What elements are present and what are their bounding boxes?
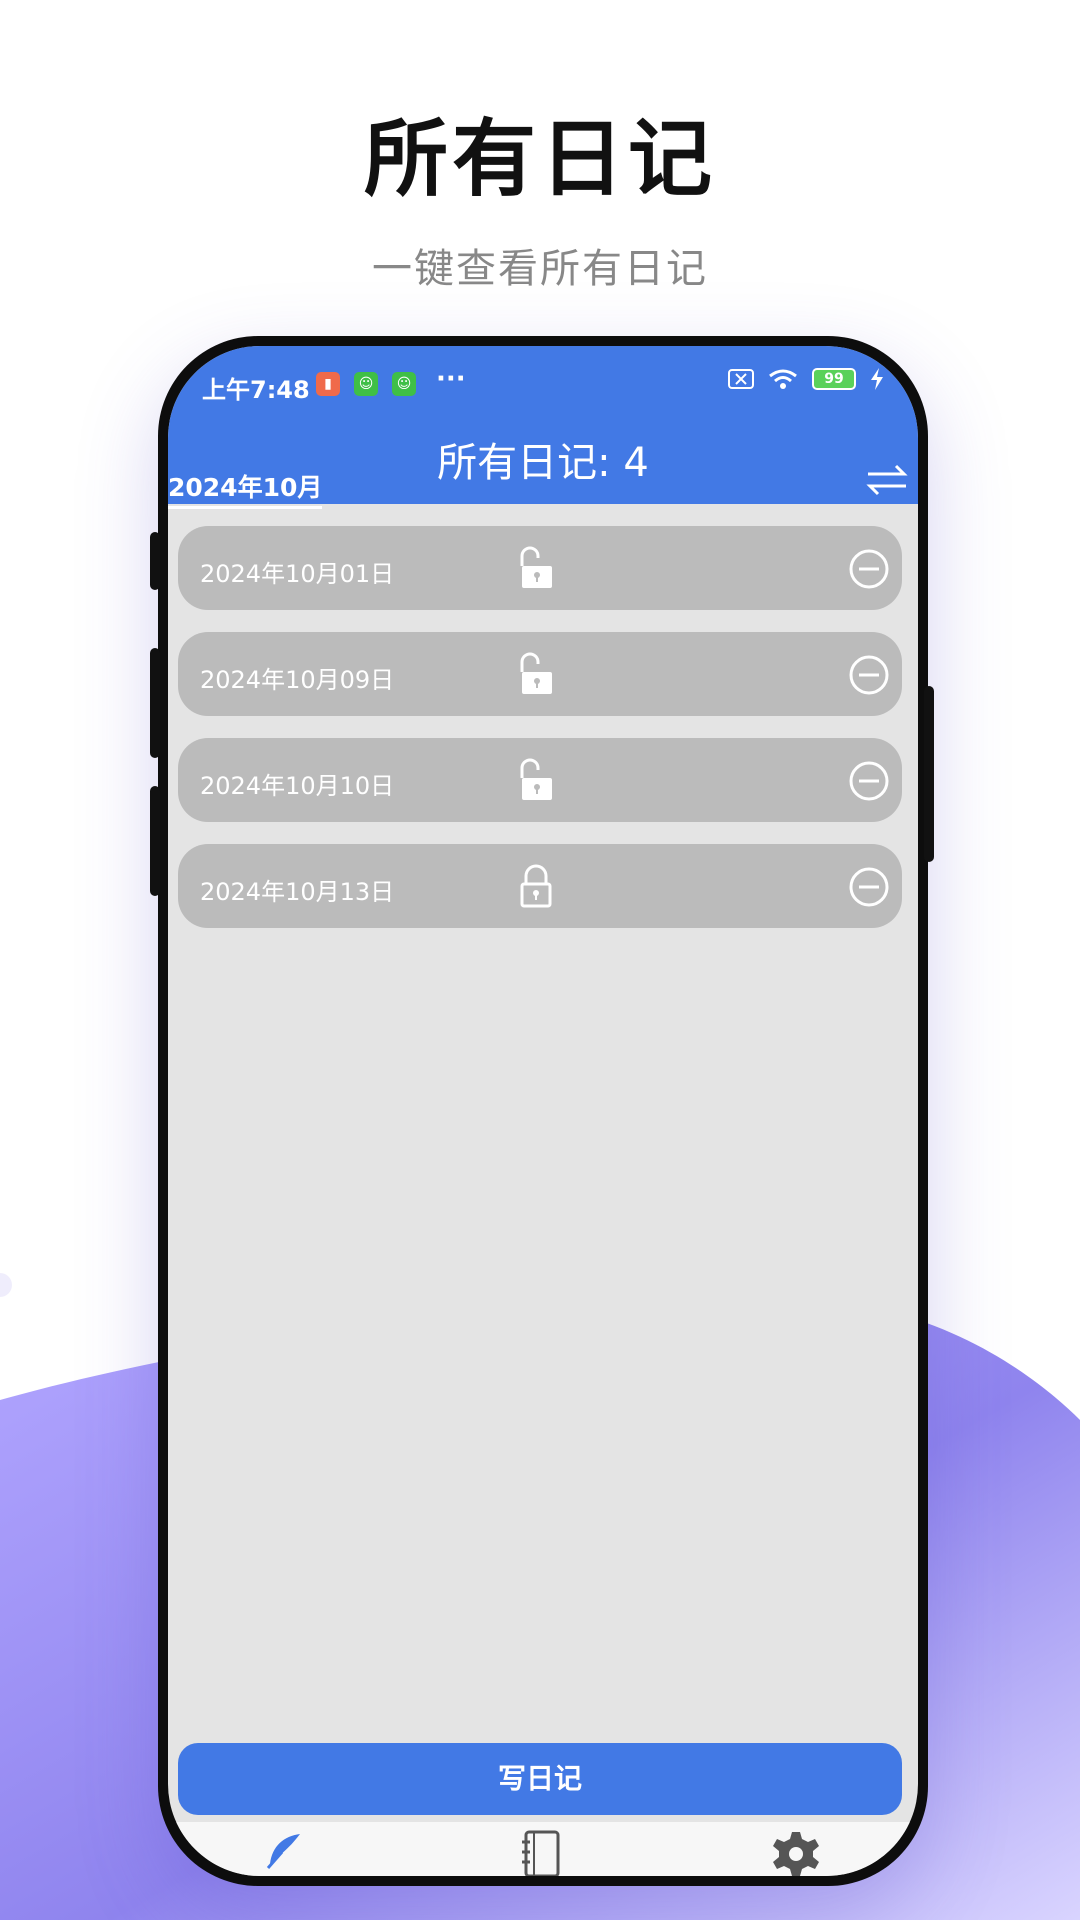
entry-date: 2024年10月10日 <box>200 772 395 800</box>
remove-icon[interactable] <box>848 548 890 590</box>
sim-off-icon <box>728 369 754 389</box>
status-icons: 99 <box>728 368 884 390</box>
status-more-dots: ··· <box>436 364 466 394</box>
list-item[interactable]: 2024年10月09日 <box>178 632 902 716</box>
gear-icon[interactable] <box>772 1830 820 1876</box>
phone-side-button <box>150 532 160 590</box>
remove-icon[interactable] <box>848 866 890 908</box>
month-tab[interactable]: 2024年10月 <box>168 468 323 509</box>
wifi-icon <box>769 369 797 389</box>
phone-screen: 上午7:48 ▮ ☺ ☺ ··· 99 所有日记: 4 2024年10月 202… <box>168 346 918 1876</box>
app-icon: ☺ <box>354 372 378 396</box>
list-item[interactable]: 2024年10月10日 <box>178 738 902 822</box>
remove-icon[interactable] <box>848 654 890 696</box>
diary-list: 2024年10月01日 2024年10月09日 2024年10月10日 2024… <box>178 526 902 950</box>
entry-date: 2024年10月09日 <box>200 666 395 694</box>
feather-icon[interactable] <box>264 1830 304 1870</box>
phone-side-button <box>150 648 160 758</box>
phone-frame: 上午7:48 ▮ ☺ ☺ ··· 99 所有日记: 4 2024年10月 202… <box>150 336 934 1886</box>
unlocked-icon[interactable] <box>516 758 556 802</box>
remove-icon[interactable] <box>848 760 890 802</box>
entry-date: 2024年10月13日 <box>200 878 395 906</box>
write-diary-button[interactable]: 写日记 <box>178 1743 902 1815</box>
locked-icon[interactable] <box>516 864 556 908</box>
app-header: 上午7:48 ▮ ☺ ☺ ··· 99 所有日记: 4 2024年10月 <box>168 346 918 509</box>
status-time: 上午7:48 <box>202 376 310 404</box>
phone-side-button <box>924 686 934 862</box>
battery-icon: 99 <box>812 368 856 390</box>
list-item[interactable]: 2024年10月13日 <box>178 844 902 928</box>
list-item[interactable]: 2024年10月01日 <box>178 526 902 610</box>
phone-side-button <box>150 786 160 896</box>
unlocked-icon[interactable] <box>516 652 556 696</box>
entry-date: 2024年10月01日 <box>200 560 395 588</box>
promo-title: 所有日记 <box>363 110 716 208</box>
unlocked-icon[interactable] <box>516 546 556 590</box>
app-icon: ☺ <box>392 372 416 396</box>
notebook-icon[interactable] <box>520 1830 564 1876</box>
trash-icon: ▮ <box>316 372 340 396</box>
charging-icon <box>871 368 883 390</box>
swap-arrows-icon[interactable] <box>866 462 908 498</box>
promo-subtitle: 一键查看所有日记 <box>372 246 708 292</box>
bottom-tab-bar <box>168 1822 918 1876</box>
